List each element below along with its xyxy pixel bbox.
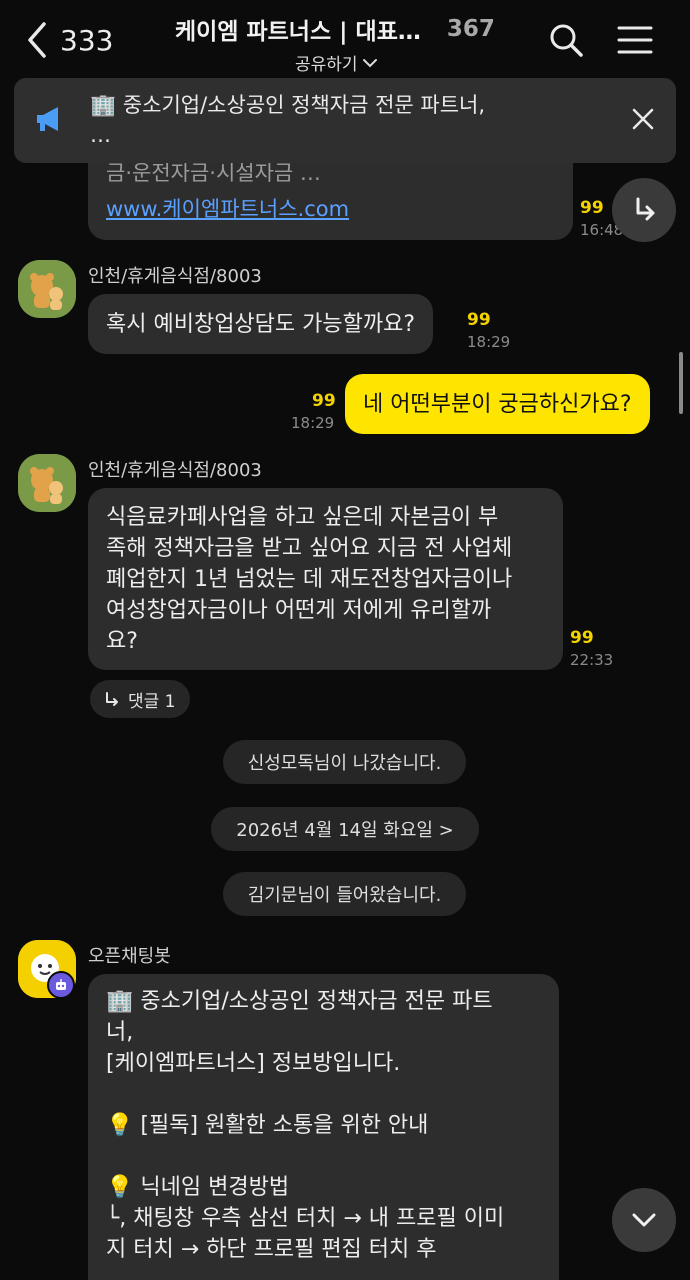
my-message-bubble[interactable]: 네 어떤부분이 궁금하신가요? <box>345 374 650 434</box>
bot-message-bubble[interactable]: 🏢 중소기업/소상공인 정책자금 전문 파트 너, [케이엠파트너스] 정보방입… <box>88 974 559 1280</box>
sender-name: 인천/휴게음식점/8003 <box>88 460 262 481</box>
share-label: 공유하기 <box>295 55 358 75</box>
reply-thread-button[interactable]: 댓글 1 <box>90 680 190 718</box>
megaphone-icon <box>37 107 58 131</box>
message-time: 18:29 <box>291 414 335 432</box>
message-time: 18:29 <box>467 333 511 351</box>
chevron-down-icon <box>632 1213 656 1227</box>
ryan-character-icon <box>18 260 76 318</box>
message-bubble[interactable]: 혹시 예비창업상담도 가능할까요? <box>88 294 434 354</box>
chat-header: 333 케이엠 파트너스 | 대표… 367 공유하기 <box>0 0 690 78</box>
ryan-character-icon <box>18 454 76 512</box>
system-message: 신성모독님이 나갔습니다. <box>223 740 466 784</box>
close-icon[interactable] <box>631 107 655 131</box>
unread-count: 99 <box>580 198 604 218</box>
chevron-down-icon <box>362 58 377 67</box>
back-chevron-icon <box>28 22 46 58</box>
notice-text: 🏢 중소기업/소상공인 정책자금 전문 파트너, … <box>90 93 486 147</box>
member-count: 367 <box>446 16 495 42</box>
share-forward-button[interactable] <box>612 178 676 242</box>
avatar[interactable] <box>18 454 76 512</box>
system-message: 김기문님이 들어왔습니다. <box>223 872 466 916</box>
unread-count: 99 <box>467 310 491 330</box>
menu-icon[interactable] <box>617 22 653 58</box>
back-unread-count: 333 <box>60 23 114 57</box>
message-time: 22:33 <box>570 651 614 669</box>
search-icon[interactable] <box>548 22 584 58</box>
scroll-to-bottom-button[interactable] <box>612 1188 676 1252</box>
unread-count: 99 <box>570 628 594 648</box>
message-bubble[interactable]: 식음료카페사업을 하고 싶은데 자본금이 부 족해 정책자금을 받고 싶어요 지… <box>88 488 563 670</box>
unread-count: 99 <box>312 391 336 411</box>
sender-name: 인천/휴게음식점/8003 <box>88 266 262 287</box>
date-divider[interactable]: 2026년 4월 14일 화요일 > <box>211 807 479 851</box>
chat-title-area[interactable]: 케이엠 파트너스 | 대표… 367 공유하기 <box>175 12 505 75</box>
chat-area: 금·운전자금·시설자금 … www.케이엠파트너스.com 99 16:48 인… <box>0 78 690 1280</box>
chat-title: 케이엠 파트너스 | 대표… <box>175 19 421 45</box>
back-button[interactable]: 333 <box>22 20 113 60</box>
reply-arrow-icon <box>636 197 655 221</box>
pinned-notice[interactable]: 🏢 중소기업/소상공인 정책자금 전문 파트너, … <box>14 78 676 163</box>
website-link[interactable]: www.케이엠파트너스.com <box>106 194 349 225</box>
robot-icon <box>56 979 66 990</box>
scrollbar[interactable] <box>679 352 683 414</box>
bot-badge-icon <box>47 971 75 999</box>
share-dropdown[interactable]: 공유하기 <box>295 50 505 75</box>
sender-name: 오픈채팅봇 <box>88 946 171 967</box>
reply-arrow-icon <box>106 692 118 706</box>
avatar[interactable] <box>18 260 76 318</box>
